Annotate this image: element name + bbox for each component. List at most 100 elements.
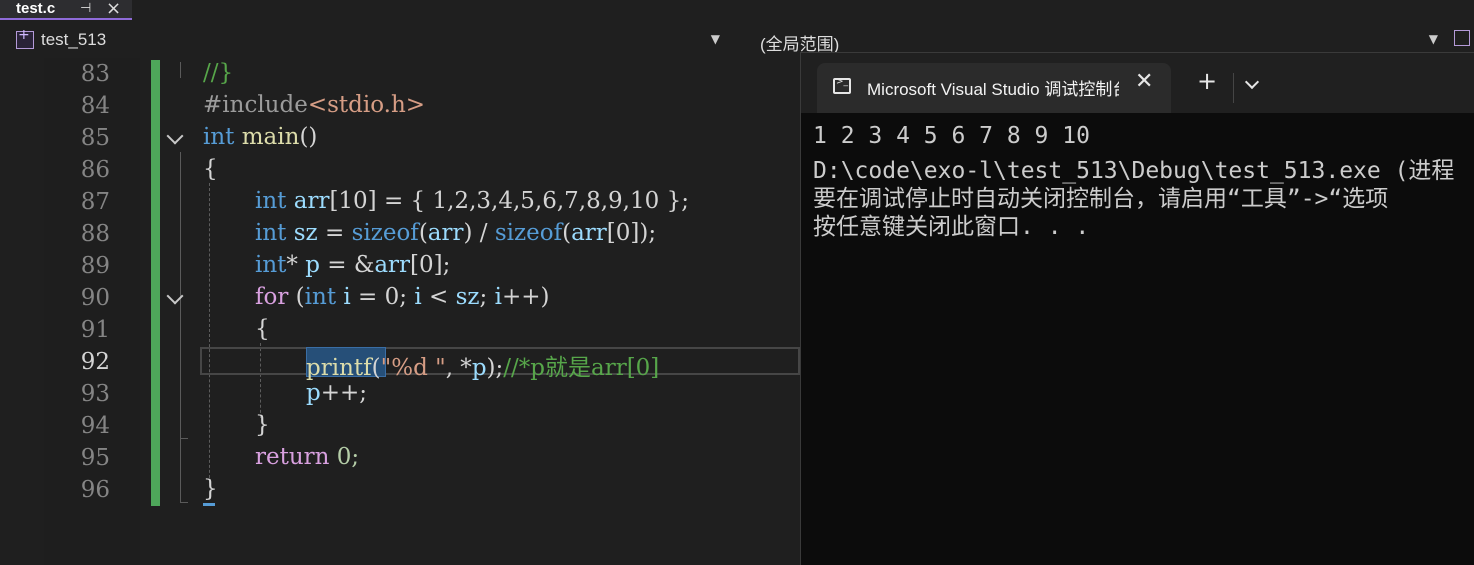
outline-line xyxy=(180,312,181,438)
line-number-gutter: 83 84 85 86 87 88 89 90 91 92 93 94 95 9… xyxy=(44,58,140,565)
code-text: ); xyxy=(486,355,504,381)
outline-end xyxy=(180,502,188,503)
document-tab-strip: test.c ⊣ × xyxy=(0,0,1474,21)
keyword: int xyxy=(203,124,235,150)
document-tab[interactable]: test.c ⊣ × xyxy=(0,0,132,20)
include-path: <stdio.h> xyxy=(307,92,426,118)
tab-title: test.c xyxy=(16,0,56,17)
keyword: return xyxy=(255,444,330,470)
line-number-active: 92 xyxy=(80,349,110,375)
line-number: 87 xyxy=(80,189,110,215)
line-number: 91 xyxy=(80,317,110,343)
line-number: 94 xyxy=(80,413,110,439)
preprocessor: #include xyxy=(203,92,308,118)
code-text: , * xyxy=(445,355,472,381)
close-icon[interactable]: × xyxy=(106,0,121,19)
global-scope-dropdown[interactable]: (全局范围) ▼ xyxy=(734,28,1444,54)
line-number: 89 xyxy=(80,253,110,279)
code-text: [10] = { 1,2,3,4,5,6,7,8,9,10 }; xyxy=(329,188,689,214)
code-line[interactable]: for (int i = 0; i < sz; i++) xyxy=(255,284,549,310)
string-literal: "%d " xyxy=(380,355,446,381)
console-output-line: 1 2 3 4 5 6 7 8 9 10 xyxy=(813,123,1090,149)
pin-icon[interactable]: ⊣ xyxy=(80,1,91,16)
chevron-down-icon: ▼ xyxy=(1428,32,1438,46)
code-text: ++) xyxy=(501,284,550,310)
cube-icon[interactable] xyxy=(1454,30,1470,46)
terminal-icon xyxy=(833,77,851,94)
code-text: = 0; xyxy=(350,284,415,310)
keyword: sizeof xyxy=(494,220,563,246)
keyword: int xyxy=(255,252,287,278)
code-text: ( xyxy=(288,284,305,310)
keyword: for xyxy=(255,284,289,310)
divider xyxy=(1233,73,1234,103)
code-line[interactable]: } xyxy=(203,476,218,502)
code-text: * xyxy=(286,252,306,278)
code-text: ++; xyxy=(320,380,368,406)
code-line[interactable]: } xyxy=(255,412,270,438)
variable: sz xyxy=(455,284,480,310)
line-number: 90 xyxy=(80,285,110,311)
code-line[interactable]: int* p = &arr[0]; xyxy=(255,252,450,278)
editor-margin xyxy=(0,58,44,565)
code-text: = & xyxy=(319,252,375,278)
variable: arr xyxy=(286,188,330,214)
chevron-down-icon: ▼ xyxy=(710,32,720,46)
code-line[interactable]: return 0; xyxy=(255,444,359,470)
code-line[interactable]: #include<stdio.h> xyxy=(203,92,425,118)
variable: i xyxy=(414,284,422,310)
variable: i xyxy=(494,284,502,310)
code-text: < xyxy=(421,284,456,310)
keyword: sizeof xyxy=(351,220,419,246)
variable: p xyxy=(305,252,320,278)
chevron-down-icon[interactable] xyxy=(1245,77,1259,91)
code-line[interactable]: int main() xyxy=(203,124,317,150)
close-icon[interactable]: ✕ xyxy=(1135,69,1153,94)
line-number: 84 xyxy=(80,93,110,119)
code-text: 0; xyxy=(329,444,360,470)
variable: sz xyxy=(286,220,318,246)
line-number: 88 xyxy=(80,221,110,247)
project-scope-dropdown[interactable]: test_513 ▼ xyxy=(10,27,726,53)
line-number: 85 xyxy=(80,125,110,151)
code-line[interactable]: { xyxy=(203,156,218,182)
keyword: int xyxy=(304,284,337,310)
debug-console-window[interactable]: Microsoft Visual Studio 调试控制台 ✕ + 1 2 3 … xyxy=(800,52,1474,565)
code-text: ) / xyxy=(463,220,495,246)
project-scope-label: test_513 xyxy=(41,30,107,49)
console-title-bar: Microsoft Visual Studio 调试控制台 ✕ + xyxy=(801,53,1474,113)
code-text: [0]; xyxy=(410,252,451,278)
project-icon xyxy=(16,27,34,49)
code-line[interactable]: p++; xyxy=(306,380,367,406)
code-text: ( xyxy=(371,355,381,381)
code-line[interactable]: int sz = sizeof(arr) / sizeof(arr[0]); xyxy=(255,220,656,246)
line-number: 93 xyxy=(80,381,110,407)
code-text: ; xyxy=(479,284,495,310)
code-text: = xyxy=(317,220,352,246)
variable: i xyxy=(336,284,351,310)
punctuation: () xyxy=(299,124,318,150)
variable: arr xyxy=(427,220,464,246)
keyword: int xyxy=(255,188,287,214)
new-tab-button[interactable]: + xyxy=(1197,69,1217,93)
code-text: ( xyxy=(562,220,572,246)
variable: arr xyxy=(374,252,411,278)
fold-chevron-icon[interactable] xyxy=(166,289,184,307)
fold-chevron-icon[interactable] xyxy=(166,129,184,147)
console-tab-title: Microsoft Visual Studio 调试控制台 xyxy=(867,80,1119,99)
outline-line xyxy=(180,62,181,78)
text-caret xyxy=(203,503,215,506)
variable: p xyxy=(306,380,321,406)
function-name: main xyxy=(234,124,300,150)
outline-end xyxy=(180,438,188,439)
console-output-line: 按任意键关闭此窗口. . . xyxy=(813,214,1090,240)
code-line[interactable]: int arr[10] = { 1,2,3,4,5,6,7,8,9,10 }; xyxy=(255,188,689,214)
variable: p xyxy=(471,355,487,381)
code-line[interactable]: //} xyxy=(203,60,233,86)
change-tracking-bar xyxy=(151,60,160,506)
code-line[interactable]: printf("%d ", *p);//*p就是arr[0] xyxy=(306,348,659,382)
console-tab[interactable]: Microsoft Visual Studio 调试控制台 ✕ xyxy=(817,63,1171,113)
code-line[interactable]: { xyxy=(255,316,270,342)
indent-guide xyxy=(209,183,210,483)
keyword: int xyxy=(255,220,287,246)
